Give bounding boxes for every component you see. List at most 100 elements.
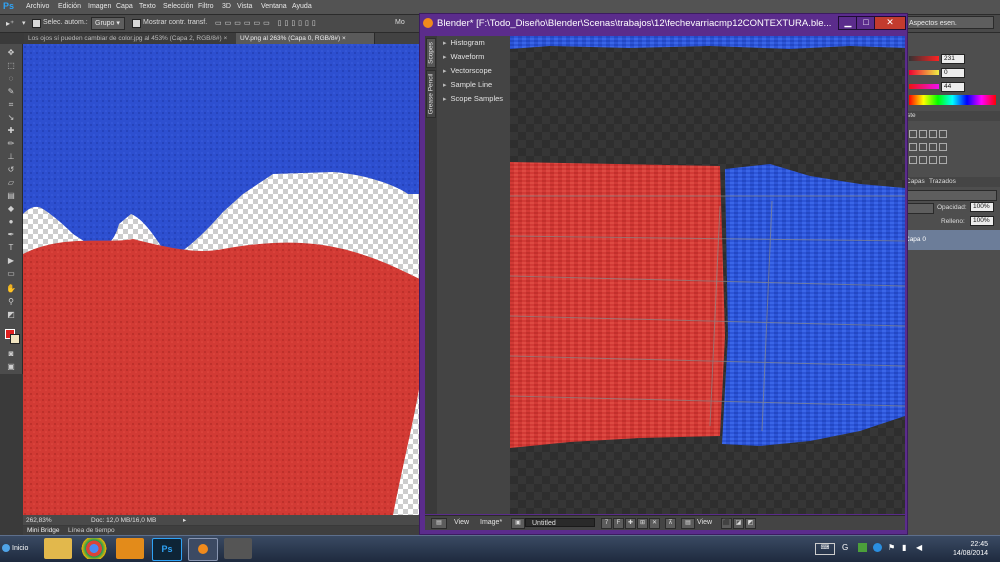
tab-scopes[interactable]: Scopes <box>426 38 436 68</box>
layer-row-selected[interactable]: Capa 0 <box>905 230 1000 250</box>
photoshop-taskbar-icon[interactable]: Ps <box>152 538 182 561</box>
zbuffer-icon[interactable]: ◩ <box>745 518 756 529</box>
green-slider[interactable] <box>909 70 939 75</box>
menu-filtro[interactable]: Filtro <box>198 3 214 10</box>
green-value[interactable]: 0 <box>941 68 965 78</box>
volume-icon[interactable]: ◀ <box>916 543 925 552</box>
close-icon[interactable]: ✕ <box>874 16 906 30</box>
usb-drive-icon[interactable] <box>224 538 252 559</box>
scope-vectorscope[interactable]: Vectorscope <box>443 66 492 75</box>
alpha-channel-icon[interactable]: ◪ <box>733 518 744 529</box>
gradient-tool-icon[interactable]: ▤ <box>6 191 16 200</box>
menu-texto[interactable]: Texto <box>139 3 156 10</box>
menu-archivo[interactable]: Archivo <box>26 3 49 10</box>
history-brush-icon[interactable]: ↺ <box>6 165 16 174</box>
blue-slider[interactable] <box>909 84 939 89</box>
file-explorer-icon[interactable] <box>44 538 72 559</box>
pen-tool-icon[interactable]: ✒ <box>6 230 16 239</box>
scope-waveform[interactable]: Waveform <box>443 52 485 61</box>
red-slider[interactable] <box>909 56 939 61</box>
align-icons[interactable]: ▭▭▭▭▭▭ ▯▯▯▯▯▯ <box>215 19 319 27</box>
scope-histogram[interactable]: Histogram <box>443 38 485 47</box>
editor-type-icon[interactable]: ▤ <box>431 518 447 529</box>
type-tool-icon[interactable]: T <box>6 243 16 252</box>
nvidia-icon[interactable] <box>858 543 867 552</box>
zoom-tool-icon[interactable]: ⚲ <box>6 297 16 306</box>
flag-icon[interactable]: ⚑ <box>888 543 897 552</box>
hue-saturation-icon[interactable] <box>919 143 927 151</box>
red-value[interactable]: 231 <box>941 54 965 64</box>
photoshop-canvas[interactable] <box>23 44 420 515</box>
screen-mode-icon[interactable]: ▣ <box>6 362 16 371</box>
maximize-icon[interactable]: □ <box>856 16 876 30</box>
marquee-tool-icon[interactable]: ⬚ <box>6 61 16 70</box>
tab-document-1[interactable]: Los ojos sí pueden cambiar de color.jpg … <box>24 33 238 44</box>
menu-capa[interactable]: Capa <box>116 3 133 10</box>
color-balance-icon[interactable] <box>929 143 937 151</box>
layer-filter-select[interactable] <box>907 190 997 201</box>
menu-vista[interactable]: Vista <box>237 3 252 10</box>
show-transform-checkbox[interactable] <box>132 19 141 28</box>
network-icon[interactable]: ▮ <box>902 543 911 552</box>
mode-select-icon[interactable]: ▤ <box>681 518 695 529</box>
default-colors-icon[interactable]: ◩ <box>6 310 16 319</box>
posterize-icon[interactable] <box>919 156 927 164</box>
blender-taskbar-icon[interactable] <box>188 538 218 561</box>
group-select[interactable]: Grupo ▾ <box>91 17 125 30</box>
image-name-field[interactable]: Untitled <box>525 518 595 527</box>
blur-tool-icon[interactable]: ◆ <box>6 204 16 213</box>
system-clock[interactable]: 22:45 14/08/2014 <box>953 540 988 558</box>
scope-sample-line[interactable]: Sample Line <box>443 80 493 89</box>
lasso-tool-icon[interactable]: ◌ <box>6 74 16 83</box>
media-player-icon[interactable] <box>116 538 144 559</box>
open-image-icon[interactable]: ⊞ <box>637 518 648 529</box>
shape-tool-icon[interactable]: ▭ <box>6 269 16 278</box>
brightness-icon[interactable] <box>909 130 917 138</box>
blender-titlebar[interactable]: Blender* [F:\Todo_Diseño\Blender\Scenas\… <box>420 14 907 34</box>
path-select-icon[interactable]: ▶ <box>6 256 16 265</box>
dodge-tool-icon[interactable]: ● <box>6 217 16 226</box>
quick-mask-icon[interactable]: ◙ <box>6 349 16 358</box>
brush-tool-icon[interactable]: ✏ <box>6 139 16 148</box>
auto-select-checkbox[interactable] <box>32 19 41 28</box>
invert-icon[interactable] <box>909 156 917 164</box>
quick-select-icon[interactable]: ✎ <box>6 87 16 96</box>
zoom-level[interactable]: 262,83% <box>26 517 52 524</box>
mode-view-select[interactable]: View <box>697 519 712 526</box>
curves-icon[interactable] <box>929 130 937 138</box>
menu-image[interactable]: Image* <box>480 519 502 526</box>
crop-tool-icon[interactable]: ⌗ <box>6 100 16 109</box>
image-browse-icon[interactable]: ▣ <box>511 518 525 529</box>
menu-3d[interactable]: 3D <box>222 3 231 10</box>
blue-value[interactable]: 44 <box>941 82 965 92</box>
tab-timeline[interactable]: Línea de tiempo <box>68 527 115 534</box>
tray-g-icon[interactable]: G <box>842 543 852 553</box>
menu-seleccion[interactable]: Selección <box>163 3 193 10</box>
move-tool-icon[interactable]: ✥ <box>6 48 16 57</box>
eyedropper-icon[interactable]: ↘ <box>6 113 16 122</box>
background-color-swatch[interactable] <box>10 334 20 344</box>
gradient-map-icon[interactable] <box>939 156 947 164</box>
status-arrow-icon[interactable]: ▸ <box>183 516 186 524</box>
fake-user-button[interactable]: F <box>613 518 624 529</box>
new-image-icon[interactable]: ✚ <box>625 518 636 529</box>
unlink-image-icon[interactable]: ✕ <box>649 518 660 529</box>
tab-mini-bridge[interactable]: Mini Bridge <box>27 527 60 534</box>
vibrance-icon[interactable] <box>909 143 917 151</box>
menu-imagen[interactable]: Imagen <box>88 3 111 10</box>
chevron-down-icon[interactable]: ▾ <box>22 19 26 27</box>
exposure-icon[interactable] <box>939 130 947 138</box>
color-spectrum[interactable] <box>909 95 996 105</box>
display-channels-icon[interactable]: ⬛ <box>721 518 732 529</box>
threshold-icon[interactable] <box>929 156 937 164</box>
keyboard-icon[interactable]: ⌨ <box>815 543 835 555</box>
pin-icon[interactable]: ⊼ <box>665 518 676 529</box>
info-icon[interactable] <box>873 543 882 552</box>
eraser-tool-icon[interactable]: ▱ <box>6 178 16 187</box>
chrome-icon[interactable] <box>80 538 108 559</box>
levels-icon[interactable] <box>919 130 927 138</box>
fill-field[interactable]: 100% <box>970 216 994 226</box>
menu-view[interactable]: View <box>454 519 469 526</box>
uv-image-editor-viewport[interactable] <box>510 36 905 514</box>
blender-window[interactable]: Blender* [F:\Todo_Diseño\Blender\Scenas\… <box>419 13 908 535</box>
